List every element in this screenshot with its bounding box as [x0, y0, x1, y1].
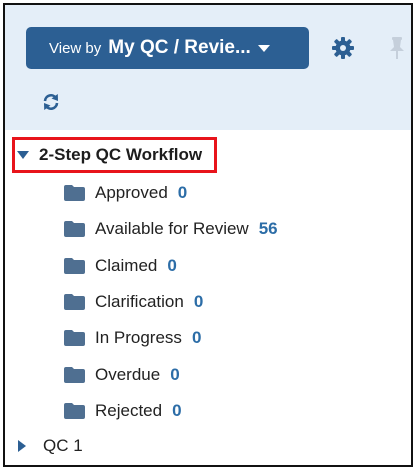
folder-icon [64, 403, 85, 419]
view-by-value: My QC / Revie... [108, 37, 251, 58]
gear-icon[interactable] [331, 36, 355, 60]
refresh-icon[interactable] [42, 93, 60, 111]
panel-header: View by My QC / Revie... [5, 5, 411, 130]
folder-available-for-review[interactable]: Available for Review 56 [64, 216, 278, 242]
tree-node-2-step-qc-workflow[interactable]: 2-Step QC Workflow [12, 137, 218, 173]
folder-count: 0 [167, 256, 177, 275]
folder-count: 0 [177, 183, 188, 202]
view-by-prefix: View by [49, 39, 102, 57]
folder-label: In Progress [95, 328, 182, 347]
expand-caret-down-icon[interactable] [17, 151, 29, 159]
folder-icon [64, 330, 85, 346]
view-by-dropdown[interactable]: View by My QC / Revie... [26, 27, 309, 69]
folder-count: 0 [172, 401, 182, 420]
qc-panel: View by My QC / Revie... 2-Step QC Workf… [3, 3, 413, 467]
folder-count: 0 [193, 292, 204, 311]
folder-claimed[interactable]: Claimed 0 [64, 253, 177, 279]
qc-tree: 2-Step QC Workflow Approved 0 Available … [5, 130, 411, 465]
folder-count: 0 [191, 328, 202, 347]
folder-icon [64, 367, 85, 383]
folder-icon [64, 221, 85, 237]
folder-in-progress[interactable]: In Progress 0 [64, 325, 201, 351]
tree-node-label: 2-Step QC Workflow [39, 145, 203, 164]
folder-count: 56 [258, 219, 278, 238]
expand-caret-right-icon[interactable] [18, 440, 26, 452]
tree-node-label: QC 1 [43, 436, 83, 455]
chevron-down-icon [257, 44, 270, 52]
tree-node-qc-1[interactable]: QC 1 [18, 433, 83, 459]
pin-icon[interactable] [388, 36, 406, 60]
folder-label: Overdue [95, 365, 161, 384]
folder-icon [64, 185, 85, 201]
folder-clarification[interactable]: Clarification 0 [64, 289, 203, 315]
folder-label: Available for Review [95, 219, 249, 238]
folder-icon [64, 258, 85, 274]
folder-label: Claimed [95, 256, 158, 275]
folder-label: Approved [95, 183, 168, 202]
folder-rejected[interactable]: Rejected 0 [64, 398, 182, 424]
folder-count: 0 [170, 365, 180, 384]
folder-label: Rejected [95, 401, 163, 420]
folder-approved[interactable]: Approved 0 [64, 180, 187, 206]
folder-label: Clarification [95, 292, 184, 311]
folder-overdue[interactable]: Overdue 0 [64, 362, 180, 388]
folder-icon [64, 294, 85, 310]
